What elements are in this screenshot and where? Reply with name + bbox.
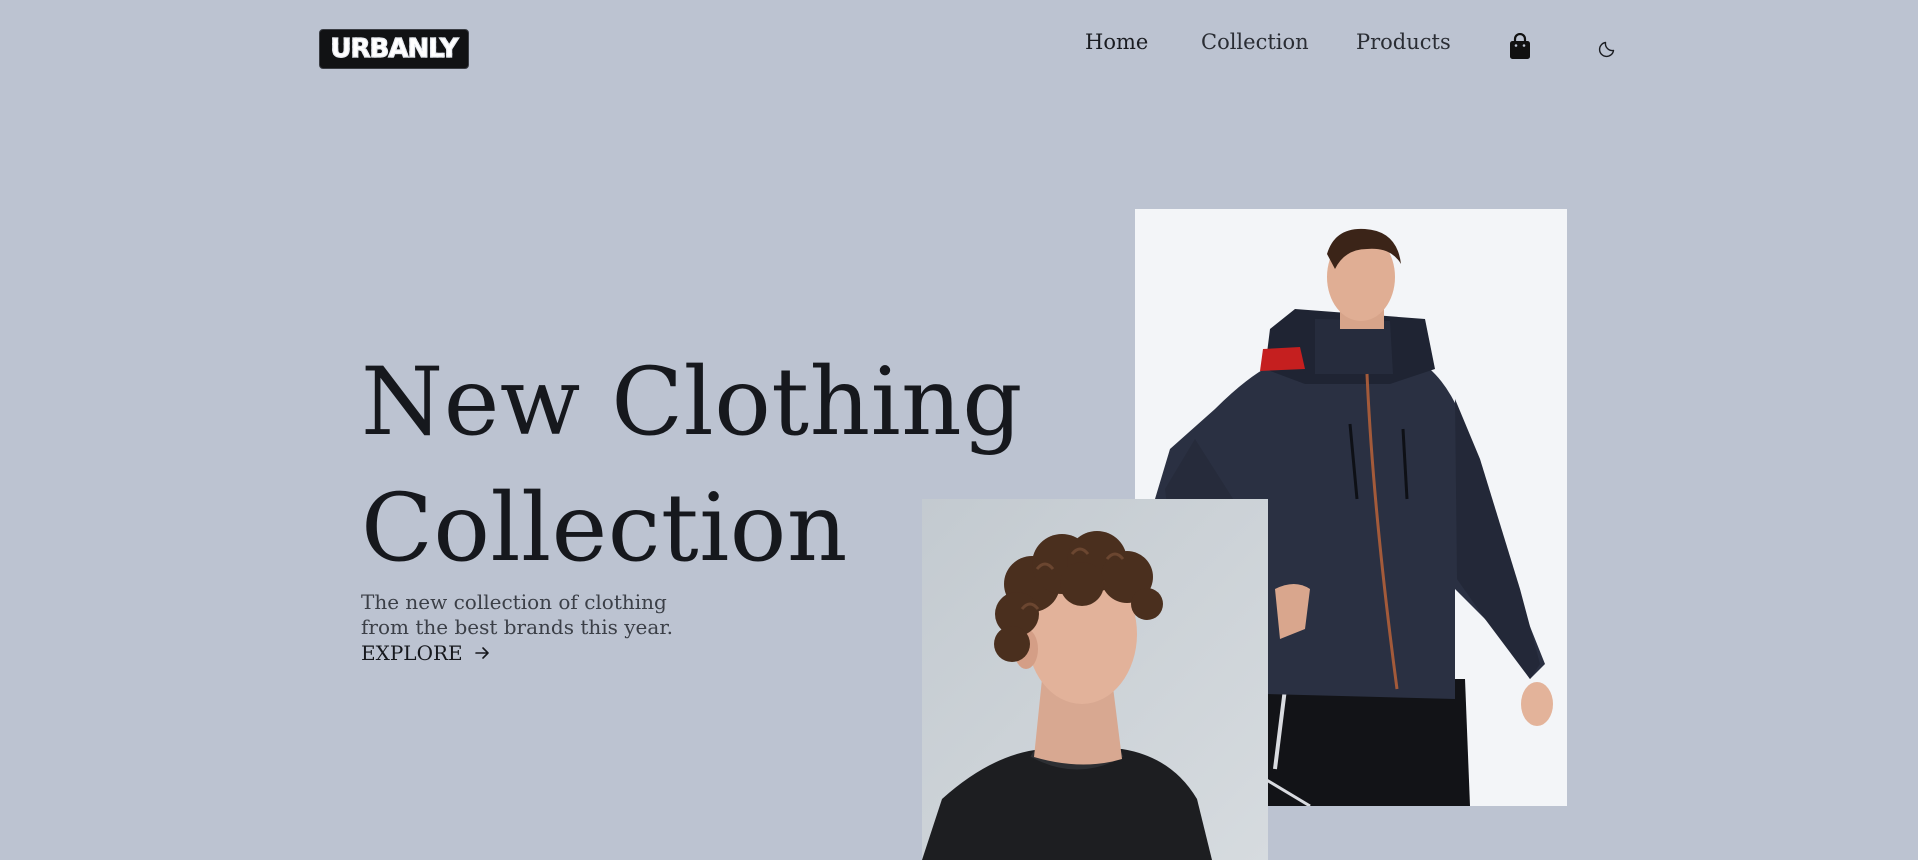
curly-model-image	[922, 499, 1268, 860]
brand-logo-text: URBANLY	[330, 33, 459, 64]
site-header: URBANLY Home Collection Products	[0, 0, 1918, 100]
hero-description: The new collection of clothing from the …	[361, 590, 674, 639]
brand-logo[interactable]: URBANLY	[319, 29, 469, 69]
hero-title-line1: New Clothing	[361, 348, 1023, 457]
nav-item-collection[interactable]: Collection	[1201, 30, 1309, 54]
nav-item-home[interactable]: Home	[1085, 30, 1148, 54]
shopping-bag-icon[interactable]	[1508, 32, 1532, 61]
nav-item-products[interactable]: Products	[1356, 30, 1451, 54]
arrow-right-icon	[474, 647, 489, 659]
curly-model-illustration	[922, 499, 1268, 860]
explore-link[interactable]: EXPLORE	[361, 641, 491, 665]
explore-label: EXPLORE	[361, 641, 463, 665]
moon-icon[interactable]	[1598, 38, 1618, 58]
